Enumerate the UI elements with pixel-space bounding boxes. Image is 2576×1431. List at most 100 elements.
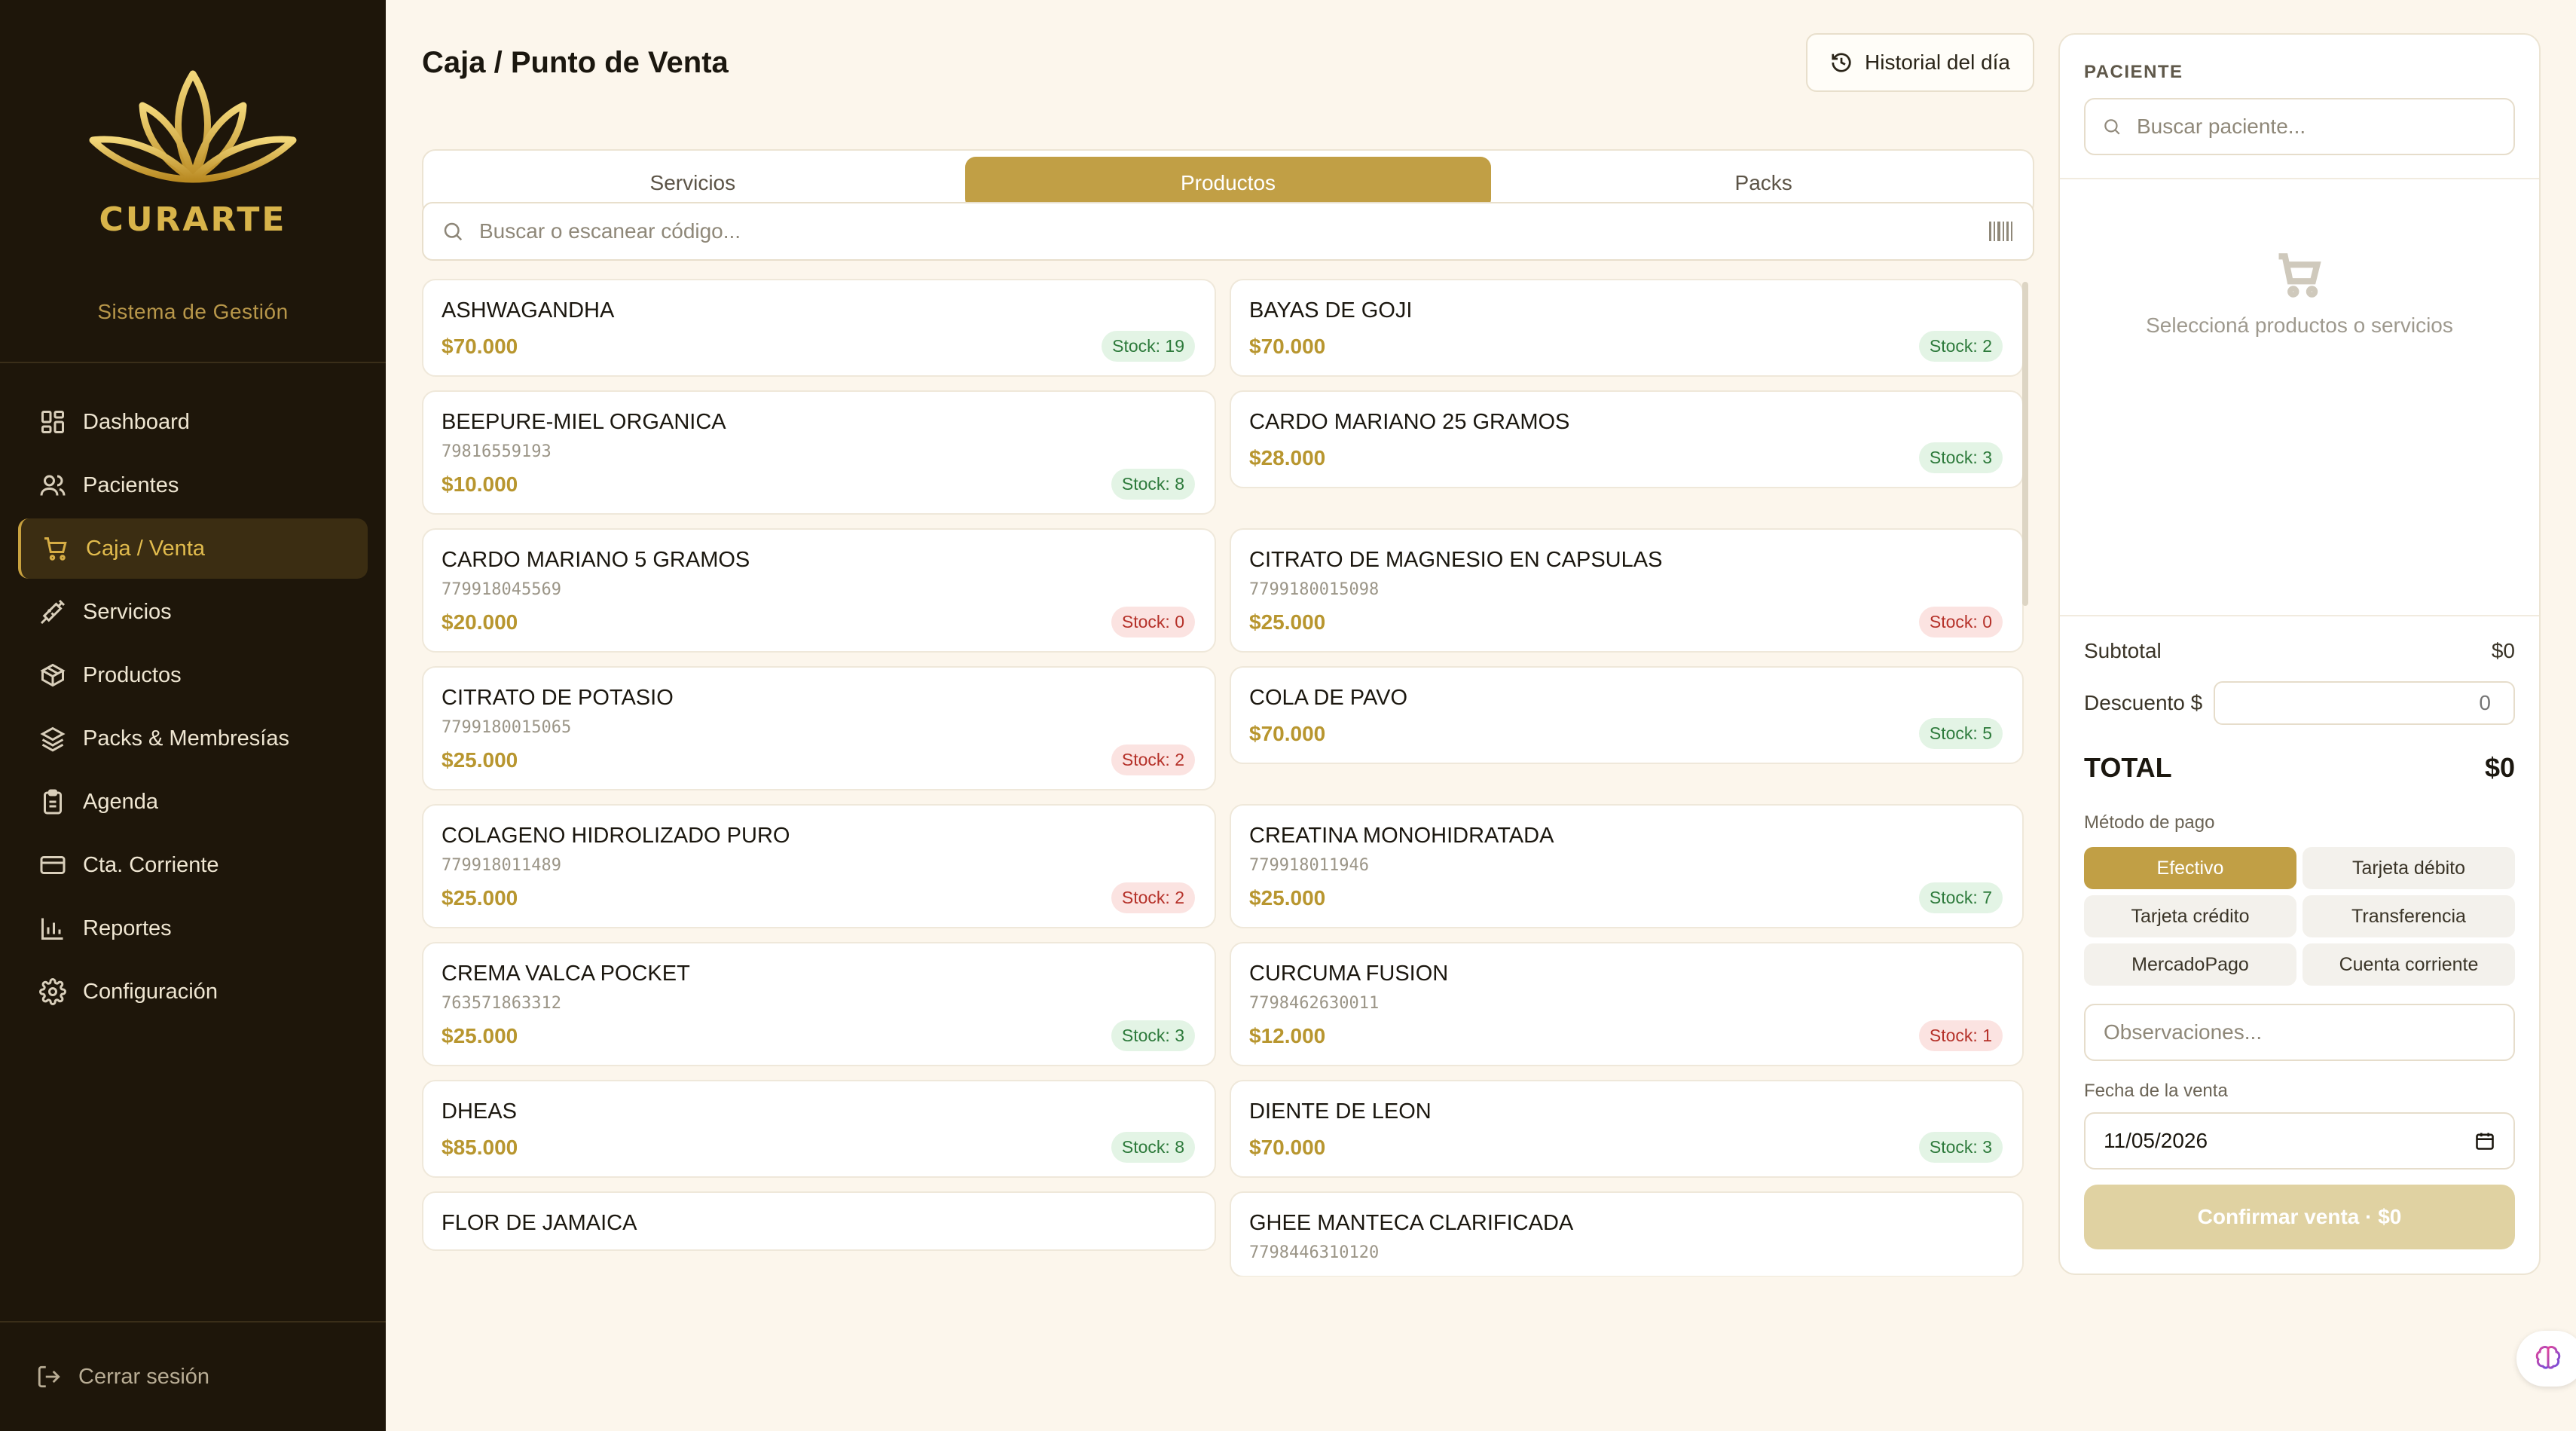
sidebar-item-packs[interactable]: Packs & Membresías [18, 708, 368, 769]
patient-section: PACIENTE [2060, 35, 2539, 179]
product-name: GHEE MANTECA CLARIFICADA [1249, 1211, 1574, 1235]
payment-transferencia-button[interactable]: Transferencia [2303, 895, 2515, 937]
assistant-fab[interactable] [2516, 1331, 2576, 1387]
sidebar-item-cta-corriente[interactable]: Cta. Corriente [18, 835, 368, 895]
bar-chart-icon [41, 918, 63, 940]
product-price-row: $70.000 Stock: 3 [1249, 1132, 2003, 1163]
product-price-row: $25.000 Stock: 0 [1249, 607, 2003, 638]
cart-icon [2278, 253, 2321, 298]
discount-row: Descuento $ [2084, 681, 2515, 725]
product-card[interactable]: GHEE MANTECA CLARIFICADA 7798446310120 [1230, 1191, 2024, 1277]
product-card[interactable]: COLAGENO HIDROLIZADO PURO 779918011489 $25… [422, 804, 1216, 928]
pos-main: Caja / Punto de Venta Historial del día … [422, 33, 2034, 1277]
sidebar-item-productos[interactable]: Productos [18, 645, 368, 705]
history-button[interactable]: Historial del día [1806, 33, 2034, 92]
product-card[interactable]: CREATINA MONOHIDRATADA 779918011946 $25.00… [1230, 804, 2024, 928]
stock-badge: Stock: 2 [1918, 331, 2003, 362]
confirm-sale-button[interactable]: Confirmar venta · $0 [2084, 1185, 2515, 1249]
brand-name: CURARTE [99, 200, 287, 239]
product-card[interactable]: CREMA VALCA POCKET 763571863312 $25.000 Sto… [422, 942, 1216, 1066]
payment-mercadopago-button[interactable]: MercadoPago [2084, 943, 2296, 986]
product-price: $25.000 [442, 748, 518, 772]
product-price-row: $85.000 Stock: 8 [442, 1132, 1195, 1163]
product-card[interactable]: FLOR DE JAMAICA [422, 1191, 1216, 1251]
product-price: $20.000 [442, 610, 518, 634]
history-label: Historial del día [1865, 50, 2010, 74]
sidebar-item-label: Agenda [83, 789, 158, 814]
product-card[interactable]: DHEAS $85.000 Stock: 8 [422, 1080, 1216, 1178]
product-code: 779918011946 [1249, 856, 1369, 875]
product-price: $70.000 [1249, 1135, 1326, 1159]
total-row: TOTAL $0 [2084, 752, 2515, 784]
product-price: $10.000 [442, 472, 518, 496]
product-price-row: $25.000 Stock: 3 [442, 1020, 1195, 1051]
product-card[interactable]: COLA DE PAVO $70.000 Stock: 5 [1230, 666, 2024, 764]
payment-debito-button[interactable]: Tarjeta débito [2303, 847, 2515, 889]
product-card[interactable]: DIENTE DE LEON $70.000 Stock: 3 [1230, 1080, 2024, 1178]
product-name: COLA DE PAVO [1249, 686, 1408, 710]
barcode-icon[interactable] [1989, 222, 2015, 241]
payment-efectivo-button[interactable]: Efectivo [2084, 847, 2296, 889]
product-card[interactable]: CURCUMA FUSION 7798462630011 $12.000 Stock:… [1230, 942, 2024, 1066]
product-card[interactable]: ASHWAGANDHA $70.000 Stock: 19 [422, 279, 1216, 377]
product-code: 7799180015098 [1249, 580, 1380, 599]
sidebar-item-configuracion[interactable]: Configuración [18, 962, 368, 1022]
product-name: CURCUMA FUSION [1249, 962, 1449, 986]
stock-badge: Stock: 0 [1111, 607, 1195, 638]
brand-subtitle: Sistema de Gestión [97, 300, 289, 323]
scrollbar-thumb[interactable] [2022, 282, 2028, 606]
sidebar-item-dashboard[interactable]: Dashboard [18, 392, 368, 452]
logout-button[interactable]: Cerrar sesión [0, 1321, 386, 1431]
product-card[interactable]: CARDO MARIANO 25 GRAMOS $28.000 Stock: 3 [1230, 390, 2024, 488]
product-price-row: $20.000 Stock: 0 [442, 607, 1195, 638]
product-card[interactable]: CITRATO DE POTASIO 7799180015065 $25.000 St… [422, 666, 1216, 790]
total-label: TOTAL [2084, 752, 2172, 783]
product-code: 7798446310120 [1249, 1243, 1380, 1262]
product-card[interactable]: CARDO MARIANO 5 GRAMOS 779918045569 $20.00… [422, 528, 1216, 653]
product-code: 79816559193 [442, 442, 552, 461]
product-code: 779918045569 [442, 580, 561, 599]
sidebar-item-agenda[interactable]: Agenda [18, 772, 368, 832]
product-card[interactable]: BAYAS DE GOJI $70.000 Stock: 2 [1230, 279, 2024, 377]
product-grid-scroll[interactable]: ASHWAGANDHA $70.000 Stock: 19 BAYAS DE GOJI… [422, 279, 2034, 1277]
product-code: 7798462630011 [1249, 994, 1380, 1013]
subtotal-label: Subtotal [2084, 639, 2162, 662]
product-price: $70.000 [1249, 334, 1326, 358]
payment-credito-button[interactable]: Tarjeta crédito [2084, 895, 2296, 937]
payment-cuenta-corriente-button[interactable]: Cuenta corriente [2303, 943, 2515, 986]
total-value: $0 [2484, 752, 2515, 783]
sidebar-item-caja-venta[interactable]: Caja / Venta [18, 518, 368, 579]
product-price-row: $70.000 Stock: 2 [1249, 331, 2003, 362]
product-name: CREMA VALCA POCKET [442, 962, 690, 986]
stock-badge: Stock: 19 [1102, 331, 1195, 362]
discount-input[interactable] [2214, 681, 2515, 725]
logo: CURARTE [80, 66, 306, 255]
product-price: $12.000 [1249, 1023, 1326, 1047]
subtotal-value: $0 [2491, 639, 2515, 662]
notes-input[interactable] [2084, 1004, 2515, 1061]
product-name: CREATINA MONOHIDRATADA [1249, 824, 1554, 848]
product-name: CITRATO DE MAGNESIO EN CAPSULAS [1249, 548, 1663, 572]
product-card[interactable]: BEEPURE-MIEL ORGANICA 79816559193 $10.000 S… [422, 390, 1216, 515]
sale-date-input[interactable]: 11/05/2026 [2084, 1112, 2515, 1170]
calendar-icon[interactable] [2474, 1130, 2495, 1151]
product-price-row: $25.000 Stock: 7 [1249, 882, 2003, 913]
history-icon [1832, 53, 1851, 72]
product-name: CITRATO DE POTASIO [442, 686, 674, 710]
product-card[interactable]: CITRATO DE MAGNESIO EN CAPSULAS 779918001… [1230, 528, 2024, 653]
sidebar-item-pacientes[interactable]: Pacientes [18, 455, 368, 515]
product-search-input[interactable] [479, 219, 1989, 243]
payment-methods: Efectivo Tarjeta débito Tarjeta crédito … [2084, 847, 2515, 986]
sidebar-item-label: Pacientes [83, 472, 179, 497]
brain-icon [2535, 1346, 2561, 1369]
product-price-row: $28.000 Stock: 3 [1249, 442, 2003, 473]
sidebar-item-label: Productos [83, 662, 182, 687]
sidebar-item-reportes[interactable]: Reportes [18, 898, 368, 959]
sidebar-item-servicios[interactable]: Servicios [18, 582, 368, 642]
product-price-row: $70.000 Stock: 5 [1249, 718, 2003, 749]
cart-empty-state: Seleccioná productos o servicios [2060, 179, 2539, 616]
discount-label: Descuento $ [2084, 691, 2203, 714]
patient-search-input[interactable] [2137, 115, 2497, 139]
users-icon [40, 475, 66, 496]
product-name: CARDO MARIANO 5 GRAMOS [442, 548, 750, 572]
